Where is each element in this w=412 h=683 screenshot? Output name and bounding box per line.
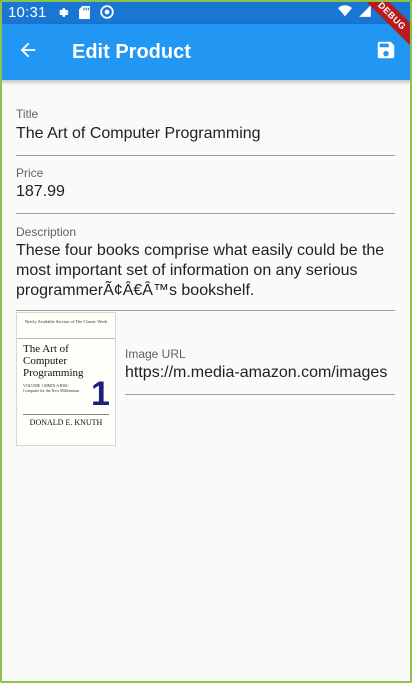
cover-top-text: Newly Available Section of The Classic W…: [17, 313, 115, 339]
image-url-field[interactable]: Image URL https://m.media-amazon.com/ima…: [125, 347, 395, 395]
status-time: 10:31: [8, 3, 47, 21]
back-button[interactable]: [0, 24, 56, 80]
image-url-input[interactable]: https://m.media-amazon.com/images: [125, 363, 395, 383]
cover-volume-text: VOLUME 1 MMIX A RISC Computer for the Ne…: [23, 383, 79, 393]
title-label: Title: [16, 107, 39, 121]
title-field[interactable]: Title The Art of Computer Programming: [16, 107, 395, 156]
title-input[interactable]: The Art of Computer Programming: [16, 124, 261, 144]
sd-card-icon: [77, 4, 93, 20]
cover-divider: [23, 414, 109, 415]
page-title: Edit Product: [72, 40, 191, 63]
wifi-icon: [338, 4, 352, 21]
cover-number: 1: [91, 375, 110, 413]
sync-icon: [99, 4, 115, 20]
cover-author: DONALD E. KNUTH: [29, 418, 103, 427]
image-row: Newly Available Section of The Classic W…: [16, 312, 395, 446]
image-url-label: Image URL: [125, 347, 186, 361]
save-button[interactable]: [374, 40, 398, 64]
cover-title: The Art of Computer Programming: [23, 343, 84, 379]
app-bar: Edit Product: [0, 24, 412, 80]
gear-icon: [55, 4, 71, 20]
description-field[interactable]: Description These four books comprise wh…: [16, 225, 395, 311]
price-field[interactable]: Price 187.99: [16, 166, 395, 214]
price-label: Price: [16, 166, 44, 180]
price-input[interactable]: 187.99: [16, 182, 65, 202]
status-right-icons: [338, 4, 372, 21]
status-bar: 10:31: [0, 0, 412, 24]
product-image-preview: Newly Available Section of The Classic W…: [16, 312, 116, 446]
save-icon: [375, 39, 397, 66]
description-label: Description: [16, 225, 77, 239]
arrow-back-icon: [17, 39, 39, 66]
description-input[interactable]: These four books comprise what easily co…: [16, 241, 395, 301]
signal-icon: [358, 4, 372, 21]
